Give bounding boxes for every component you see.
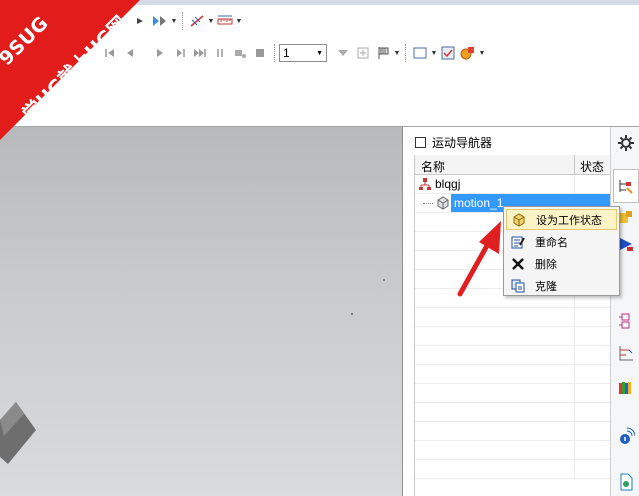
ruler-icon[interactable] bbox=[215, 11, 235, 31]
menu-item-label: 克隆 bbox=[535, 280, 557, 293]
reuse-library-icon[interactable] bbox=[617, 379, 635, 397]
menu-item-clone[interactable]: 克隆 bbox=[506, 275, 617, 296]
pin-checkbox[interactable] bbox=[415, 137, 426, 148]
pause-icon[interactable] bbox=[210, 43, 230, 63]
menu-item-rename[interactable]: 重命名 bbox=[506, 231, 617, 252]
menu-item-make-work-part[interactable]: 设为工作状态 bbox=[506, 209, 617, 230]
separator bbox=[405, 44, 406, 62]
separator bbox=[274, 44, 275, 62]
view-mark bbox=[351, 313, 353, 315]
graphics-window[interactable] bbox=[0, 127, 402, 496]
measure-icon[interactable] bbox=[187, 11, 207, 31]
separator bbox=[182, 12, 183, 30]
tree-connector bbox=[423, 203, 433, 204]
gear-icon[interactable] bbox=[617, 134, 635, 152]
menu-item-label: 重命名 bbox=[535, 236, 568, 249]
finish-flag-icon[interactable] bbox=[373, 43, 393, 63]
document-icon[interactable] bbox=[617, 473, 635, 491]
column-name-header[interactable]: 名称 bbox=[415, 155, 575, 174]
chevron-down-icon[interactable]: ▼ bbox=[170, 18, 178, 25]
tab-motion-navigator[interactable] bbox=[613, 169, 639, 203]
assembly-navigator-icon[interactable] bbox=[617, 312, 635, 330]
make-work-icon bbox=[513, 212, 525, 227]
assembly-tree-icon bbox=[419, 178, 431, 190]
resource-bar bbox=[610, 127, 639, 496]
skip-to-start-icon[interactable] bbox=[100, 43, 120, 63]
record-icon[interactable] bbox=[230, 43, 250, 63]
chevron-down-icon[interactable]: ▼ bbox=[478, 50, 486, 57]
clone-icon bbox=[511, 279, 525, 292]
tree-label-root: blqgj bbox=[435, 177, 461, 191]
view-box-icon[interactable] bbox=[410, 43, 430, 63]
step-forward-icon[interactable] bbox=[170, 43, 190, 63]
check-table-icon[interactable] bbox=[438, 43, 458, 63]
chevron-down-icon[interactable]: ▼ bbox=[393, 50, 401, 57]
info-icon[interactable] bbox=[617, 427, 635, 445]
motion-play-icon[interactable] bbox=[150, 11, 170, 31]
step-back-icon[interactable] bbox=[120, 43, 140, 63]
chevron-down-icon[interactable]: ▼ bbox=[235, 18, 243, 25]
tree-label-motion: motion_1 bbox=[454, 196, 504, 210]
menu-item-label: 设为工作状态 bbox=[536, 214, 602, 227]
collapse-icon[interactable] bbox=[130, 11, 150, 31]
chevron-down-icon[interactable]: ▼ bbox=[207, 18, 215, 25]
motion-sim-icon bbox=[437, 196, 449, 210]
model-geometry bbox=[0, 402, 36, 464]
column-status-header[interactable]: 状态 bbox=[575, 155, 610, 174]
play-icon[interactable] bbox=[150, 43, 170, 63]
toolbar-area: ▼ ▼ ▼ 1 ▼ ▼ ▼ ▼ bbox=[0, 5, 639, 127]
annotation-arrow bbox=[457, 221, 501, 297]
menu-item-label: 删除 bbox=[535, 258, 557, 271]
chevron-down-icon[interactable]: ▼ bbox=[430, 50, 438, 57]
delete-icon bbox=[512, 257, 524, 270]
rename-icon bbox=[511, 236, 525, 248]
context-menu: 设为工作状态 重命名 删除 克隆 bbox=[503, 206, 620, 296]
frame-select[interactable]: 1 ▼ bbox=[279, 44, 327, 62]
panel-title: 运动导航器 bbox=[432, 136, 493, 150]
history-icon[interactable] bbox=[617, 344, 635, 362]
dropdown-icon[interactable] bbox=[333, 43, 353, 63]
tree-row-root[interactable]: blqgj bbox=[415, 175, 610, 194]
plus-icon[interactable] bbox=[353, 43, 373, 63]
view-mark bbox=[383, 279, 385, 281]
motion-navigator: 运动导航器 名称 状态 blqgj motion_1 bbox=[402, 127, 610, 496]
motion-navigator-icon bbox=[619, 180, 633, 194]
menu-item-delete[interactable]: 删除 bbox=[506, 253, 617, 274]
skip-to-end-icon[interactable] bbox=[190, 43, 210, 63]
assembly-icon[interactable] bbox=[458, 43, 478, 63]
stop-icon[interactable] bbox=[250, 43, 270, 63]
